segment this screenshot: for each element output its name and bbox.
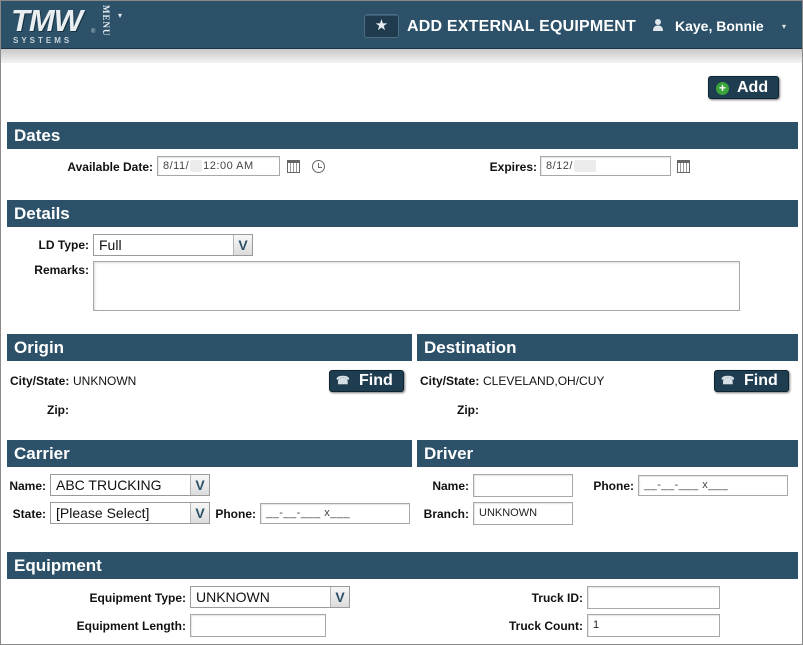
redacted-year bbox=[573, 160, 596, 173]
tmw-logo[interactable]: TMW ® SYSTEMS bbox=[11, 3, 96, 46]
ld-type-value: Full bbox=[99, 237, 122, 253]
user-icon bbox=[653, 19, 663, 31]
remarks-textarea[interactable] bbox=[93, 261, 740, 311]
chevron-down-icon: V bbox=[233, 235, 252, 255]
truck-count-label: Truck Count: bbox=[509, 619, 583, 633]
user-menu[interactable]: Kaye, Bonnie bbox=[675, 18, 764, 34]
clock-icon[interactable] bbox=[312, 160, 325, 173]
carrier-state-select[interactable]: [Please Select] V bbox=[50, 502, 210, 524]
carrier-state-label: State: bbox=[12, 507, 46, 521]
favorite-star-icon[interactable]: ★ bbox=[364, 14, 399, 38]
expires-date-value: 8/12/ bbox=[546, 160, 573, 172]
driver-phone-input[interactable]: __-__-___ x___ bbox=[638, 475, 788, 496]
logo-registered-mark: ® bbox=[91, 29, 96, 35]
equipment-length-input[interactable] bbox=[190, 614, 326, 637]
origin-city-state-value: UNKNOWN bbox=[73, 374, 137, 388]
carrier-state-value: [Please Select] bbox=[56, 505, 150, 521]
phone-icon: ☎ bbox=[336, 375, 350, 387]
available-date-value: 8/11/ bbox=[163, 160, 190, 172]
section-details-header: Details bbox=[7, 200, 798, 227]
origin-find-label: Find bbox=[359, 372, 393, 389]
page-title: ADD EXTERNAL EQUIPMENT bbox=[407, 18, 637, 35]
section-destination-header: Destination bbox=[417, 334, 798, 361]
carrier-name-select[interactable]: ABC TRUCKING V bbox=[50, 474, 210, 496]
destination-find-label: Find bbox=[744, 372, 778, 389]
truck-id-input[interactable] bbox=[587, 586, 720, 609]
section-equipment-header: Equipment bbox=[7, 552, 798, 579]
origin-find-button[interactable]: ☎ Find bbox=[329, 370, 404, 392]
carrier-phone-input[interactable]: __-__-___ x___ bbox=[260, 503, 410, 524]
driver-branch-label: Branch: bbox=[423, 507, 469, 521]
app-window: TMW ® SYSTEMS MENU ▾ ★ ADD EXTERNAL EQUI… bbox=[0, 0, 803, 645]
carrier-name-label: Name: bbox=[9, 479, 46, 493]
logo-text: TMW bbox=[11, 3, 83, 38]
calendar-icon[interactable] bbox=[287, 160, 300, 173]
driver-phone-label: Phone: bbox=[593, 479, 634, 493]
expires-date-input[interactable]: 8/12/ bbox=[540, 156, 671, 176]
phone-icon: ☎ bbox=[721, 375, 735, 387]
driver-branch-input[interactable]: UNKNOWN bbox=[473, 502, 573, 525]
equipment-length-label: Equipment Length: bbox=[76, 619, 186, 633]
available-date-label: Available Date: bbox=[67, 160, 153, 174]
carrier-phone-label: Phone: bbox=[215, 507, 256, 521]
available-date-input[interactable]: 8/11/12:00 AM bbox=[157, 156, 280, 176]
menu-button[interactable]: MENU bbox=[98, 5, 112, 45]
chevron-down-icon: V bbox=[330, 587, 349, 607]
redacted-year bbox=[190, 160, 203, 173]
truck-count-input[interactable]: 1 bbox=[587, 614, 720, 637]
expires-label: Expires: bbox=[489, 160, 537, 174]
driver-name-input[interactable] bbox=[473, 474, 573, 497]
section-carrier-header: Carrier bbox=[7, 440, 412, 467]
available-time-value: 12:00 AM bbox=[203, 160, 254, 172]
destination-city-state-value: CLEVELAND,OH/CUY bbox=[483, 374, 605, 388]
ld-type-select[interactable]: Full V bbox=[93, 234, 253, 256]
section-origin-header: Origin bbox=[7, 334, 412, 361]
top-bar: TMW ® SYSTEMS MENU ▾ ★ ADD EXTERNAL EQUI… bbox=[1, 1, 802, 49]
add-button[interactable]: + Add bbox=[708, 76, 779, 99]
section-driver-header: Driver bbox=[417, 440, 798, 467]
chevron-down-icon: V bbox=[190, 503, 209, 523]
user-caret-icon[interactable]: ▾ bbox=[782, 22, 786, 31]
destination-city-state-label: City/State: bbox=[420, 374, 480, 388]
chevron-down-icon: V bbox=[190, 475, 209, 495]
menu-caret-icon[interactable]: ▾ bbox=[118, 11, 122, 20]
origin-zip-label: Zip: bbox=[47, 403, 69, 417]
destination-find-button[interactable]: ☎ Find bbox=[714, 370, 789, 392]
remarks-label: Remarks: bbox=[34, 263, 89, 277]
driver-name-label: Name: bbox=[432, 479, 469, 493]
section-dates-header: Dates bbox=[7, 122, 798, 149]
equipment-type-select[interactable]: UNKNOWN V bbox=[190, 586, 350, 608]
add-button-label: Add bbox=[737, 79, 769, 96]
destination-zip-label: Zip: bbox=[457, 403, 479, 417]
carrier-name-value: ABC TRUCKING bbox=[56, 477, 162, 493]
equipment-type-value: UNKNOWN bbox=[196, 589, 270, 605]
ld-type-label: LD Type: bbox=[38, 238, 89, 252]
truck-id-label: Truck ID: bbox=[531, 591, 583, 605]
origin-city-state-label: City/State: bbox=[10, 374, 70, 388]
equipment-type-label: Equipment Type: bbox=[89, 591, 186, 605]
header-shadow bbox=[1, 49, 802, 63]
logo-subtitle: SYSTEMS bbox=[13, 36, 73, 45]
add-plus-icon: + bbox=[716, 82, 729, 95]
calendar-icon[interactable] bbox=[677, 160, 690, 173]
